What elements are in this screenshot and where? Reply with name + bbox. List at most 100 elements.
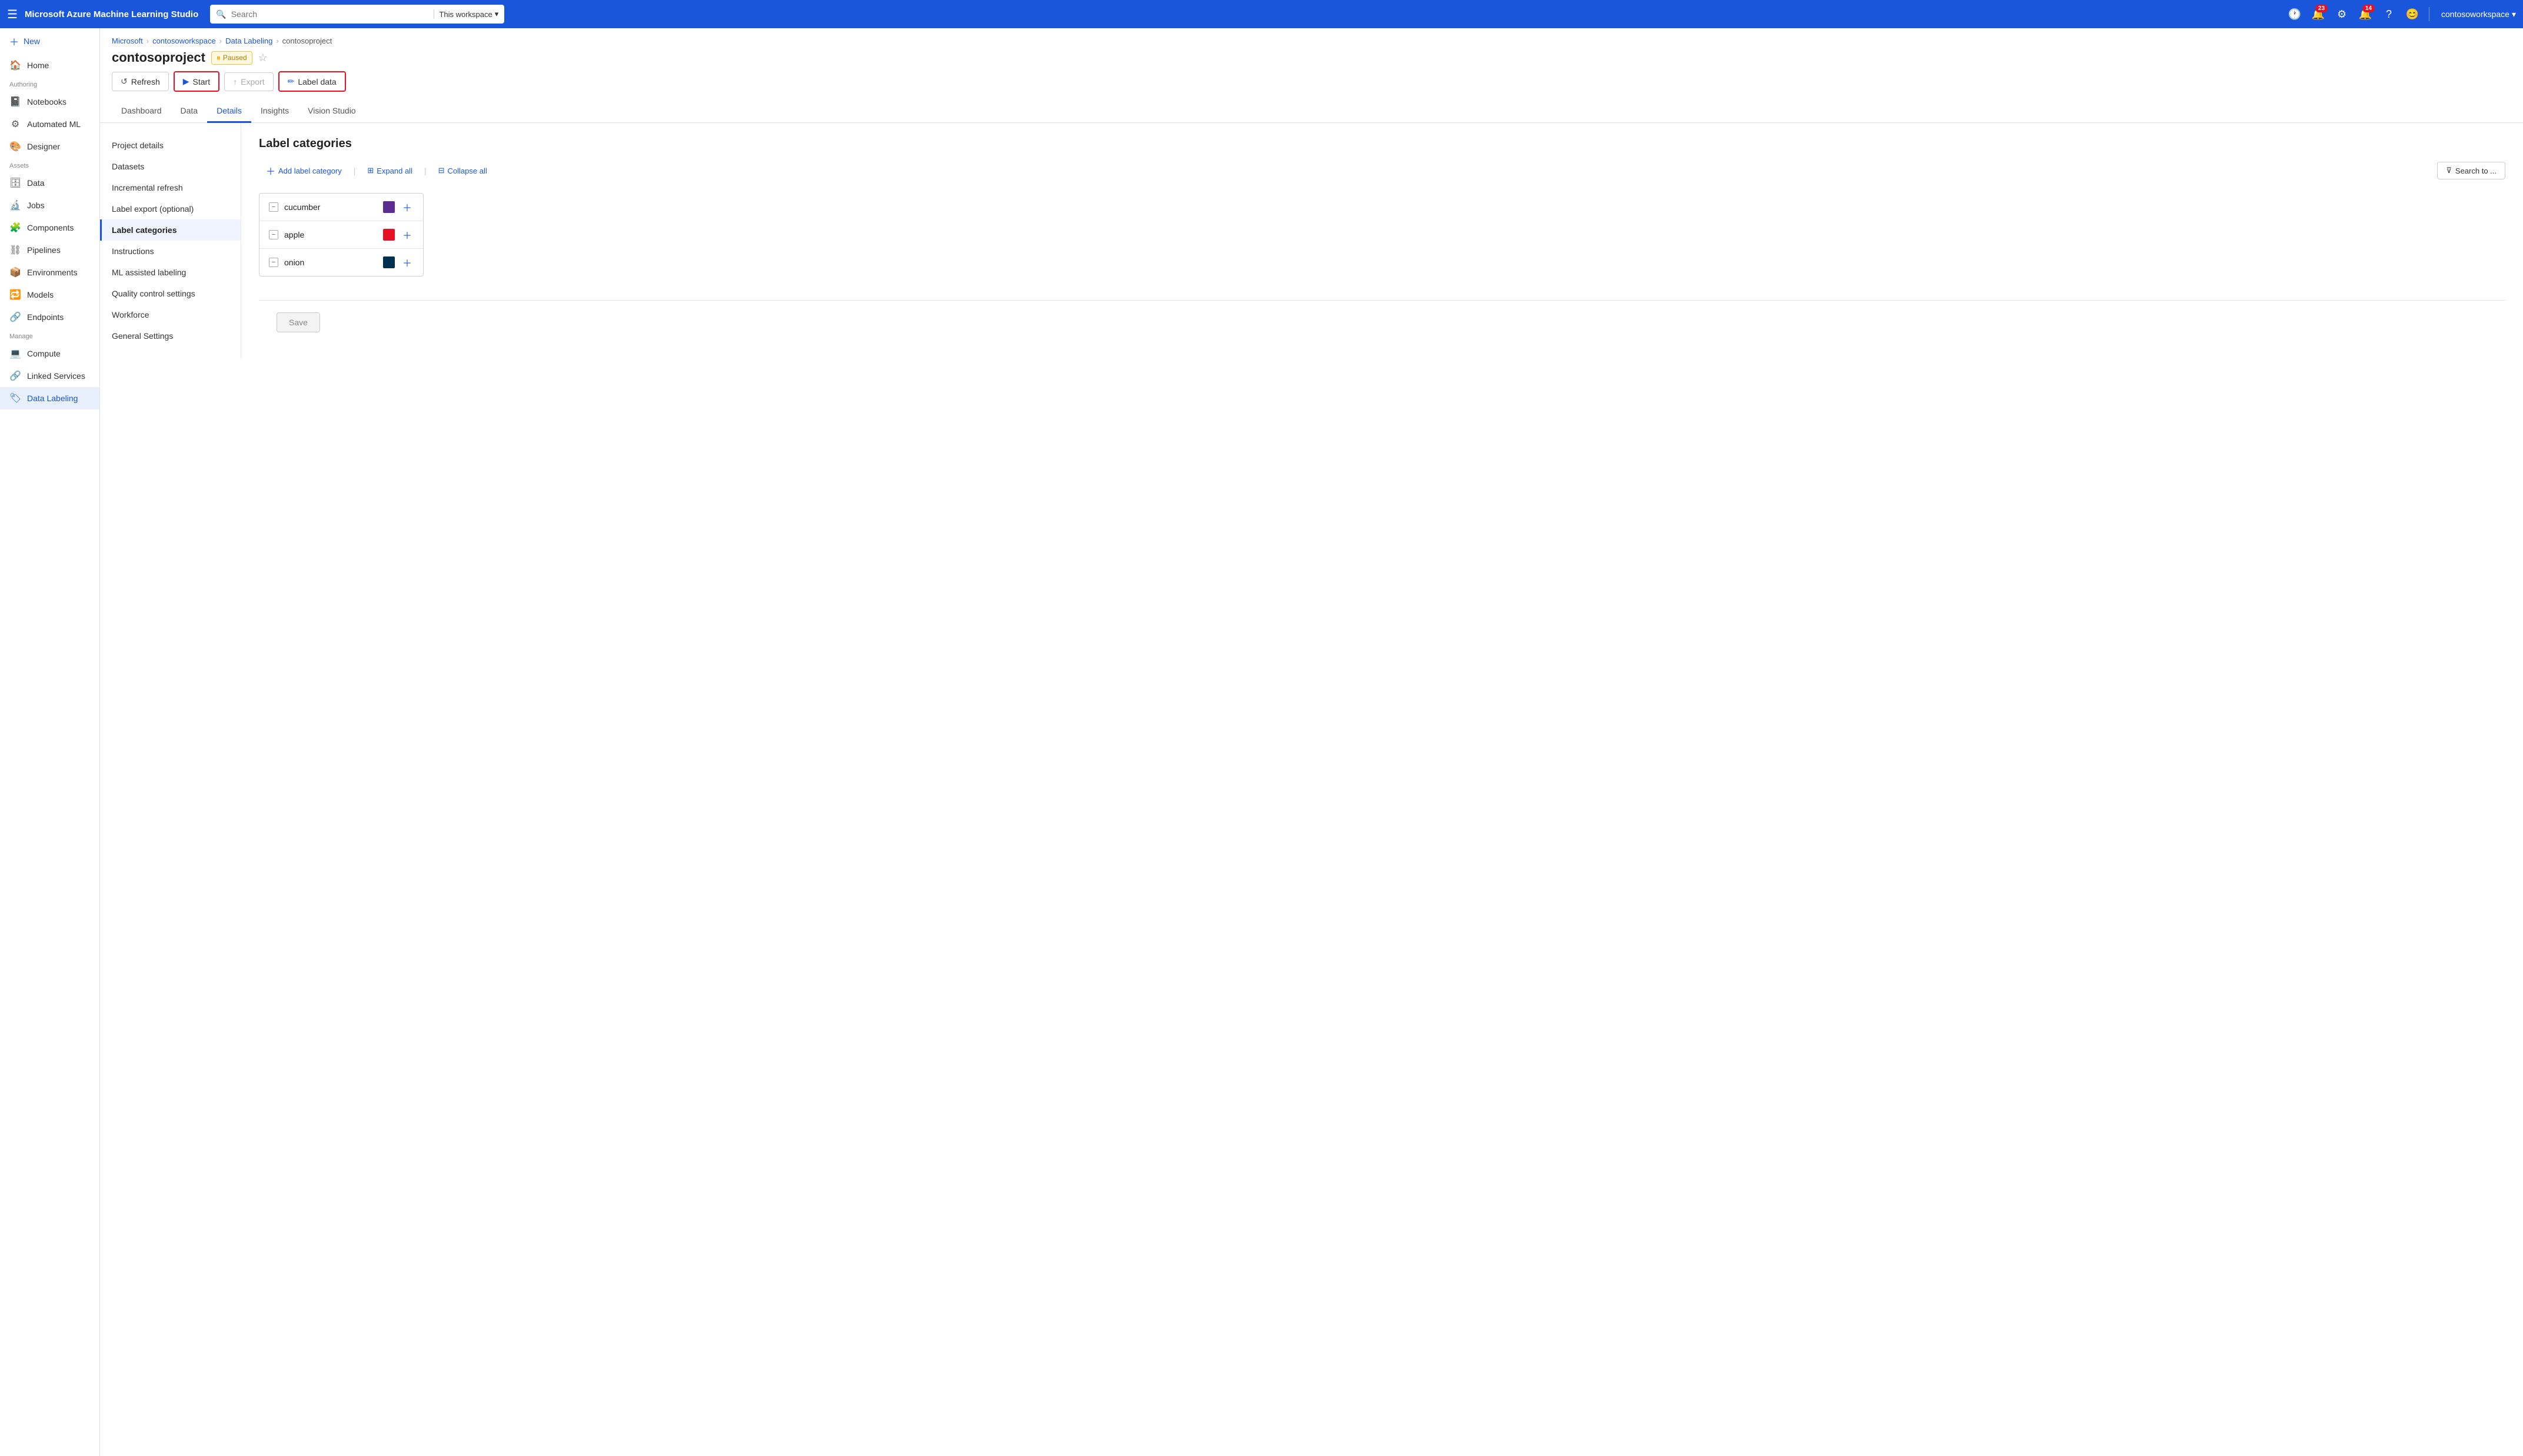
sub-nav-datasets[interactable]: Datasets — [100, 156, 241, 177]
app-brand: Microsoft Azure Machine Learning Studio — [25, 9, 198, 19]
status-label: Paused — [223, 54, 247, 62]
search-icon: 🔍 — [216, 9, 226, 19]
sub-nav-workforce[interactable]: Workforce — [100, 304, 241, 325]
action-toolbar: ↺ Refresh ▶ Start ↑ Export ✏ Label data — [100, 65, 2523, 98]
sidebar-item-automated-ml[interactable]: ⚙ Automated ML — [0, 113, 99, 135]
separator-1: | — [354, 166, 356, 175]
sidebar-item-data[interactable]: 🗄 Data — [0, 172, 99, 194]
endpoints-icon: 🔗 — [9, 311, 21, 323]
help-icon[interactable]: ? — [2379, 5, 2398, 24]
app-layout: ＋ New 🏠 Home Authoring 📓 Notebooks ⚙ Aut… — [0, 28, 2523, 1456]
notifications-icon[interactable]: 🔔 23 — [2309, 5, 2328, 24]
favorite-star-icon[interactable]: ☆ — [258, 52, 268, 64]
page-title: contosoproject — [112, 50, 205, 65]
history-icon[interactable]: 🕐 — [2285, 5, 2304, 24]
sub-nav-project-details[interactable]: Project details — [100, 135, 241, 156]
manage-label: Manage — [0, 328, 99, 342]
sub-nav-incremental-refresh[interactable]: Incremental refresh — [100, 177, 241, 198]
notebooks-icon: 📓 — [9, 96, 21, 108]
export-button[interactable]: ↑ Export — [224, 72, 273, 91]
breadcrumb-microsoft[interactable]: Microsoft — [112, 36, 143, 45]
compute-icon: 💻 — [9, 348, 21, 359]
search-filter-button[interactable]: ⊽ Search to ... — [2437, 162, 2505, 179]
category-color-cucumber[interactable] — [383, 201, 395, 213]
sidebar-item-home[interactable]: 🏠 Home — [0, 54, 99, 76]
sub-nav-general-settings[interactable]: General Settings — [100, 325, 241, 346]
start-button[interactable]: ▶ Start — [174, 71, 219, 92]
breadcrumb-data-labeling[interactable]: Data Labeling — [225, 36, 272, 45]
filter-icon: ⊽ — [2446, 166, 2452, 175]
hamburger-icon[interactable]: ☰ — [7, 7, 18, 22]
breadcrumb: Microsoft › contosoworkspace › Data Labe… — [100, 28, 2523, 50]
panel-title: Label categories — [259, 137, 2505, 151]
tab-vision-studio[interactable]: Vision Studio — [298, 100, 365, 123]
sidebar-item-jobs[interactable]: 🔬 Jobs — [0, 194, 99, 216]
category-name-onion: onion — [284, 258, 383, 267]
sidebar-item-designer[interactable]: 🎨 Designer — [0, 135, 99, 158]
expand-icon: ⊞ — [367, 166, 374, 175]
expand-apple-icon[interactable]: − — [269, 230, 278, 239]
tab-insights[interactable]: Insights — [251, 100, 298, 123]
pipelines-icon: ⛓ — [9, 244, 21, 256]
play-icon: ▶ — [183, 76, 189, 86]
sub-nav-quality-control[interactable]: Quality control settings — [100, 283, 241, 304]
new-button[interactable]: ＋ New — [0, 28, 99, 54]
plus-icon: ＋ — [266, 164, 275, 178]
search-scope[interactable]: This workspace ▾ — [434, 9, 498, 19]
collapse-icon: ⊟ — [438, 166, 445, 175]
expand-onion-icon[interactable]: − — [269, 258, 278, 267]
sidebar-item-environments[interactable]: 📦 Environments — [0, 261, 99, 284]
sidebar: ＋ New 🏠 Home Authoring 📓 Notebooks ⚙ Aut… — [0, 28, 100, 1456]
add-label-category-button[interactable]: ＋ Add label category — [259, 160, 349, 181]
add-subcategory-apple-button[interactable]: ＋ — [401, 228, 414, 241]
account-icon[interactable]: 😊 — [2403, 5, 2422, 24]
username-label[interactable]: contosoworkspace ▾ — [2441, 9, 2516, 19]
sidebar-item-models[interactable]: 🔁 Models — [0, 284, 99, 306]
add-subcategory-cucumber-button[interactable]: ＋ — [401, 201, 414, 214]
tab-details[interactable]: Details — [207, 100, 251, 123]
sub-nav-label-export[interactable]: Label export (optional) — [100, 198, 241, 219]
notifications-badge: 23 — [2315, 5, 2328, 12]
sub-nav-instructions[interactable]: Instructions — [100, 241, 241, 262]
environments-icon: 📦 — [9, 266, 21, 278]
data-labeling-icon: 🏷 — [9, 392, 21, 404]
jobs-icon: 🔬 — [9, 199, 21, 211]
automated-ml-icon: ⚙ — [9, 118, 21, 130]
label-data-button[interactable]: ✏ Label data — [278, 71, 346, 92]
designer-icon: 🎨 — [9, 141, 21, 152]
refresh-icon: ↺ — [121, 76, 128, 86]
search-input[interactable] — [231, 9, 430, 19]
plus-icon: ＋ — [9, 34, 19, 48]
home-icon: 🏠 — [9, 59, 21, 71]
settings-icon[interactable]: ⚙ — [2332, 5, 2351, 24]
tab-dashboard[interactable]: Dashboard — [112, 100, 171, 123]
collapse-all-button[interactable]: ⊟ Collapse all — [431, 162, 494, 179]
add-subcategory-onion-button[interactable]: ＋ — [401, 256, 414, 269]
category-color-apple[interactable] — [383, 229, 395, 241]
separator-2: | — [424, 166, 427, 175]
expand-cucumber-icon[interactable]: − — [269, 202, 278, 212]
data-icon: 🗄 — [9, 177, 21, 189]
search-bar[interactable]: 🔍 This workspace ▾ — [210, 5, 504, 24]
label-icon: ✏ — [288, 76, 295, 86]
sidebar-item-endpoints[interactable]: 🔗 Endpoints — [0, 306, 99, 328]
sidebar-item-data-labeling[interactable]: 🏷 Data Labeling — [0, 387, 99, 409]
sidebar-item-components[interactable]: 🧩 Components — [0, 216, 99, 239]
sidebar-item-pipelines[interactable]: ⛓ Pipelines — [0, 239, 99, 261]
sub-nav-ml-assisted[interactable]: ML assisted labeling — [100, 262, 241, 283]
sidebar-item-compute[interactable]: 💻 Compute — [0, 342, 99, 365]
right-panel: Label categories ＋ Add label category | … — [241, 123, 2523, 358]
save-button[interactable]: Save — [277, 312, 320, 332]
category-list: − cucumber ＋ − apple ＋ − — [259, 193, 424, 276]
tab-data[interactable]: Data — [171, 100, 208, 123]
category-color-onion[interactable] — [383, 256, 395, 268]
sidebar-item-notebooks[interactable]: 📓 Notebooks — [0, 91, 99, 113]
status-badge: ⏸ Paused — [211, 51, 252, 65]
expand-all-button[interactable]: ⊞ Expand all — [360, 162, 420, 179]
sub-nav-label-categories[interactable]: Label categories — [100, 219, 241, 241]
refresh-button[interactable]: ↺ Refresh — [112, 72, 169, 91]
sidebar-item-linked-services[interactable]: 🔗 Linked Services — [0, 365, 99, 387]
tabs: Dashboard Data Details Insights Vision S… — [100, 100, 2523, 123]
alerts-icon[interactable]: 🔔 14 — [2356, 5, 2375, 24]
breadcrumb-workspace[interactable]: contosoworkspace — [152, 36, 216, 45]
